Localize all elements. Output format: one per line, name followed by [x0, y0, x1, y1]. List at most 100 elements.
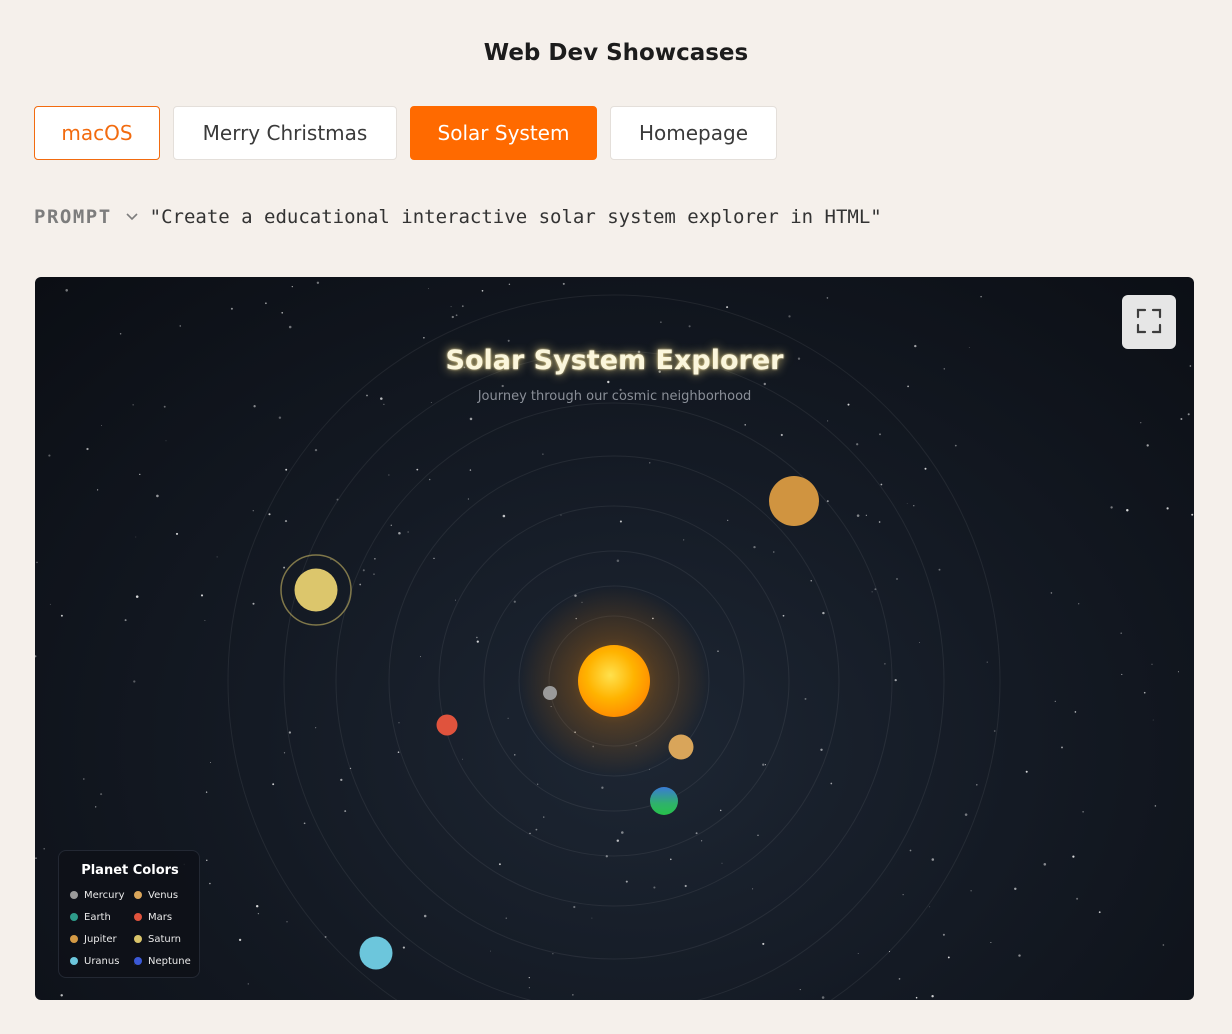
- star: [552, 953, 554, 955]
- tab-solar-system[interactable]: Solar System: [410, 106, 597, 160]
- star: [1162, 944, 1165, 946]
- star: [303, 822, 306, 825]
- planet-mercury[interactable]: [543, 686, 557, 700]
- star: [60, 994, 63, 997]
- star: [43, 848, 45, 850]
- star: [206, 859, 208, 861]
- star: [82, 778, 85, 780]
- star: [200, 594, 204, 597]
- legend-color-dot: [134, 913, 142, 921]
- legend-color-dot: [70, 891, 78, 899]
- star: [616, 839, 620, 842]
- legend-title: Planet Colors: [81, 863, 179, 878]
- star: [514, 754, 516, 756]
- star: [502, 514, 506, 518]
- star: [96, 489, 99, 491]
- star: [1151, 663, 1153, 665]
- star: [265, 302, 267, 305]
- fullscreen-button[interactable]: [1122, 295, 1176, 349]
- planet-jupiter[interactable]: [769, 476, 819, 526]
- star: [913, 505, 915, 507]
- star: [810, 580, 812, 582]
- star: [1154, 805, 1157, 807]
- star: [48, 454, 51, 457]
- star: [938, 568, 941, 571]
- star: [976, 784, 978, 786]
- star: [871, 591, 873, 593]
- star: [416, 468, 419, 471]
- star: [124, 619, 127, 622]
- star: [268, 513, 271, 516]
- star: [964, 813, 968, 816]
- star: [450, 306, 452, 308]
- star: [316, 281, 320, 284]
- star: [291, 286, 293, 288]
- star: [1043, 863, 1047, 866]
- star: [507, 717, 509, 719]
- star: [942, 933, 945, 936]
- planet-earth[interactable]: [650, 787, 678, 815]
- star: [856, 443, 859, 446]
- star: [701, 840, 703, 842]
- star: [433, 557, 435, 559]
- star: [909, 849, 912, 852]
- star: [362, 569, 365, 572]
- star: [919, 641, 921, 643]
- star: [340, 778, 343, 782]
- star: [402, 946, 405, 949]
- star: [454, 599, 457, 601]
- star: [462, 758, 463, 760]
- star: [1025, 770, 1028, 773]
- chevron-down-icon[interactable]: [122, 207, 142, 227]
- planet-uranus[interactable]: [359, 936, 393, 970]
- star: [498, 863, 501, 866]
- star: [744, 424, 746, 426]
- star: [688, 325, 691, 328]
- legend-label: Mercury: [84, 889, 125, 901]
- legend-item-jupiter: Jupiter: [70, 932, 134, 946]
- star: [272, 783, 275, 786]
- star: [1146, 444, 1149, 447]
- star: [1143, 691, 1146, 694]
- star: [752, 888, 754, 890]
- star: [619, 520, 622, 523]
- star: [388, 474, 390, 476]
- star: [1187, 413, 1190, 416]
- prompt-label: PROMPT: [34, 206, 112, 228]
- star: [135, 536, 137, 538]
- star: [476, 640, 479, 643]
- planet-saturn[interactable]: [294, 568, 338, 612]
- section-title: Web Dev Showcases: [483, 40, 749, 66]
- star: [359, 583, 362, 586]
- star: [878, 521, 881, 523]
- star: [135, 595, 139, 598]
- legend-color-dot: [134, 935, 142, 943]
- explorer-title: Solar System Explorer: [445, 345, 784, 376]
- tab-macos[interactable]: macOS: [34, 106, 160, 160]
- star: [139, 473, 141, 476]
- star: [505, 917, 508, 919]
- star: [230, 307, 233, 310]
- solar-system-preview[interactable]: Solar System Explorer Journey through ou…: [35, 277, 1194, 1000]
- star: [535, 828, 538, 831]
- planet-mars[interactable]: [436, 714, 458, 736]
- star: [252, 510, 254, 512]
- star: [804, 697, 807, 700]
- tab-merry-christmas[interactable]: Merry Christmas: [173, 106, 397, 160]
- star: [865, 514, 867, 516]
- star: [591, 917, 593, 919]
- showcase-tabs: macOS Merry Christmas Solar System Homep…: [34, 106, 777, 160]
- star: [315, 727, 317, 729]
- star: [1177, 671, 1179, 673]
- tab-homepage[interactable]: Homepage: [610, 106, 777, 160]
- star: [490, 950, 491, 952]
- star: [1014, 887, 1017, 891]
- sun[interactable]: [578, 645, 650, 717]
- planet-venus[interactable]: [668, 734, 694, 760]
- star: [344, 810, 347, 813]
- star: [896, 578, 898, 580]
- star: [1061, 746, 1063, 749]
- legend-color-dot: [70, 957, 78, 965]
- star: [398, 531, 401, 535]
- star: [857, 952, 859, 954]
